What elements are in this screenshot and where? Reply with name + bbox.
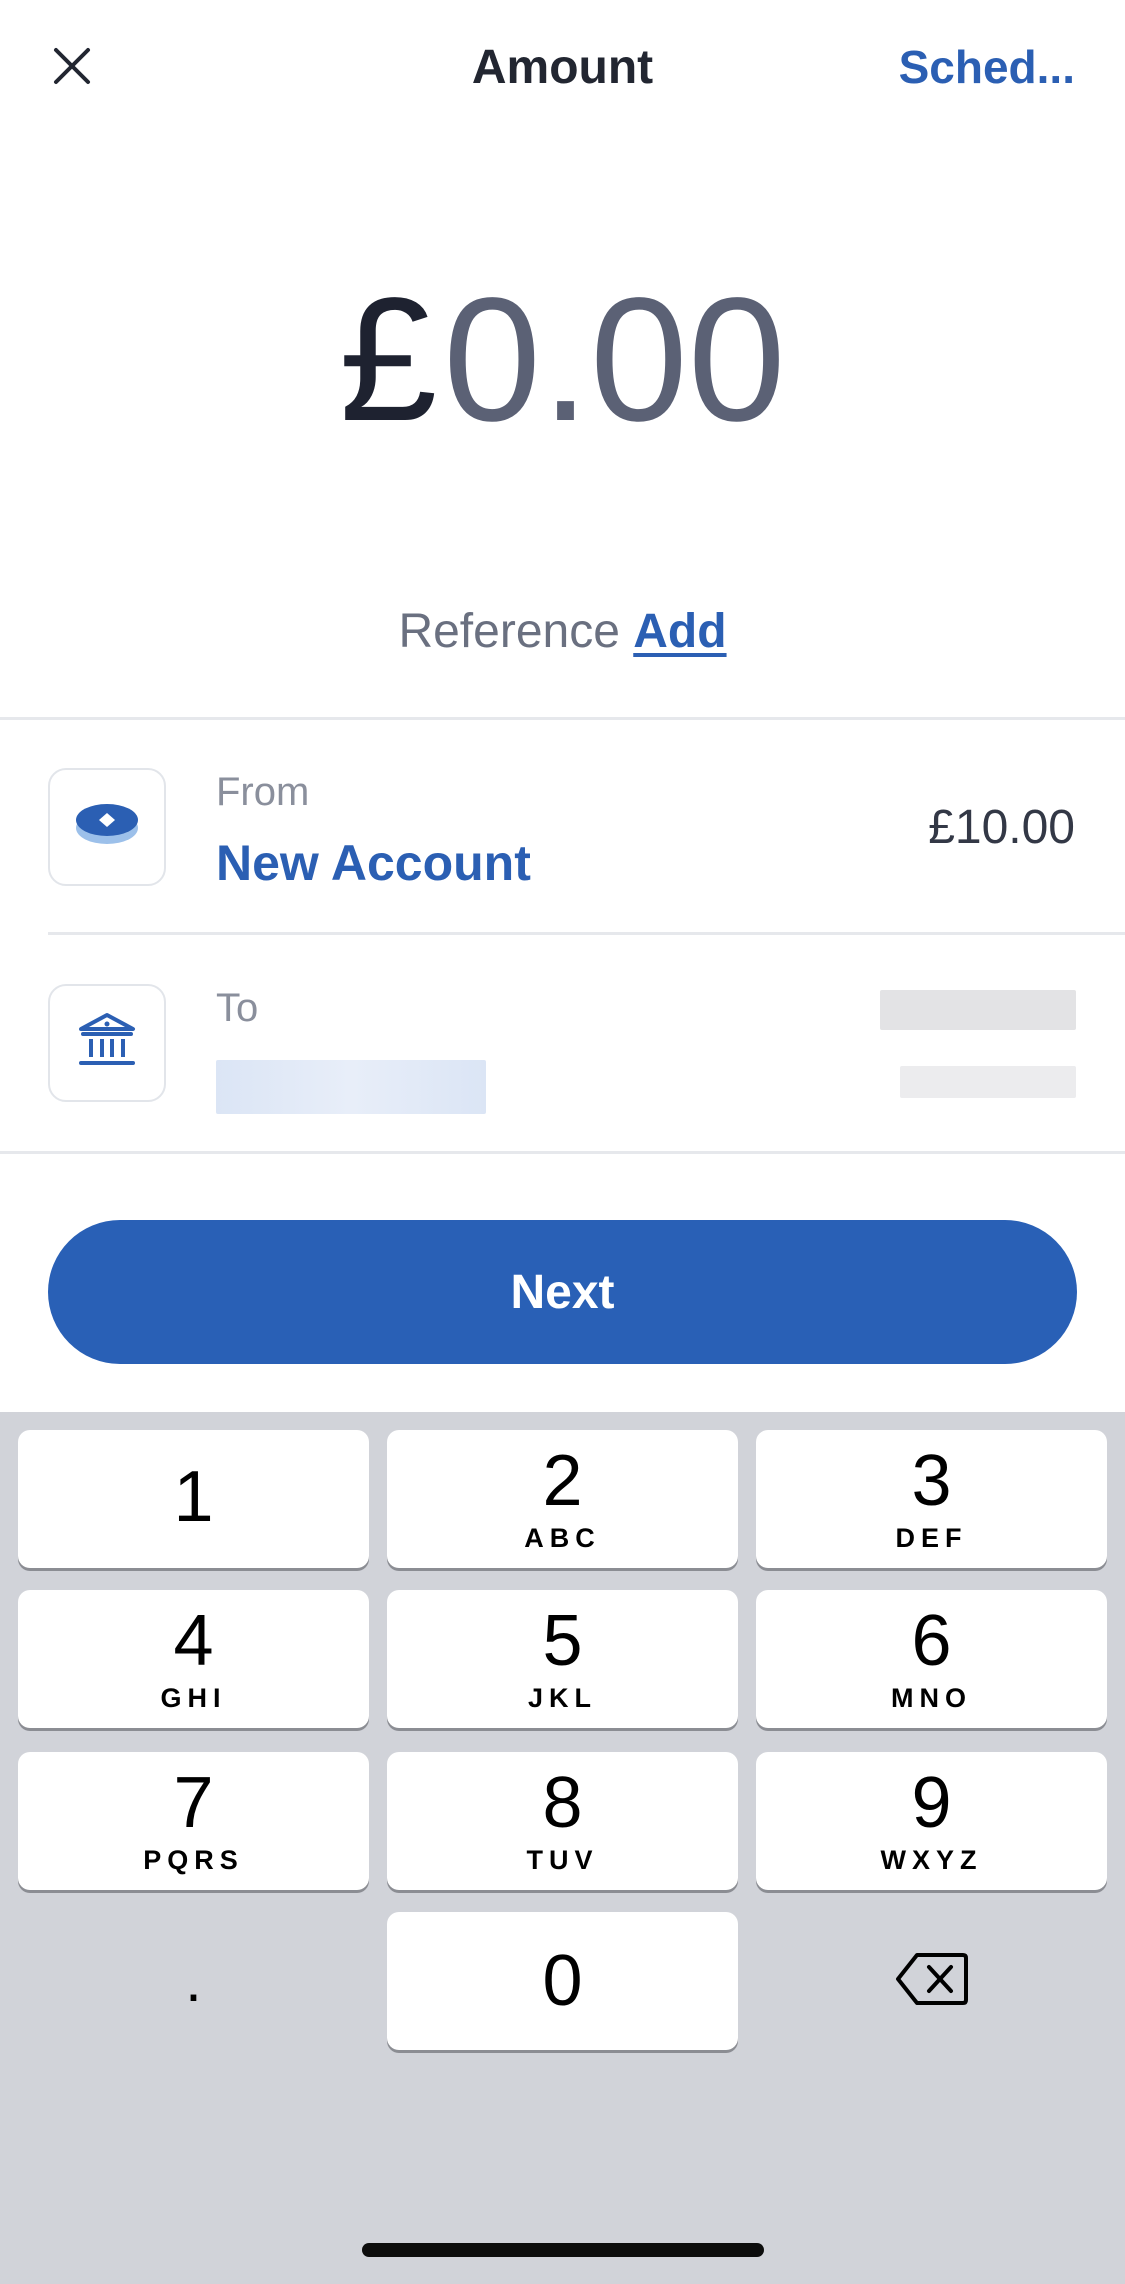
- backspace-icon: [895, 1951, 969, 2012]
- key-4[interactable]: 4 GHI: [18, 1590, 369, 1728]
- next-button[interactable]: Next: [48, 1220, 1077, 1364]
- key-digit: 9: [911, 1763, 952, 1843]
- from-label: From: [216, 770, 310, 814]
- key-letters: DEF: [895, 1523, 968, 1553]
- to-account-row[interactable]: To: [0, 936, 1125, 1150]
- key-letters: PQRS: [143, 1845, 244, 1875]
- key-7[interactable]: 7 PQRS: [18, 1752, 369, 1890]
- key-digit: 7: [173, 1763, 214, 1843]
- reference-row: Reference Add: [0, 604, 1125, 659]
- key-digit: 3: [911, 1441, 952, 1521]
- key-digit: 4: [173, 1601, 214, 1681]
- from-account-icon-box: [48, 768, 166, 886]
- schedule-button[interactable]: Sched...: [899, 40, 1075, 94]
- key-2[interactable]: 2 ABC: [387, 1430, 738, 1568]
- key-digit: 6: [911, 1601, 952, 1681]
- coin-stack-icon: [72, 800, 142, 855]
- key-6[interactable]: 6 MNO: [756, 1590, 1107, 1728]
- key-digit: 0: [542, 1941, 583, 2021]
- bank-icon: [75, 1009, 139, 1078]
- key-backspace[interactable]: [756, 1912, 1107, 2050]
- header: Amount Sched...: [0, 0, 1125, 140]
- key-5[interactable]: 5 JKL: [387, 1590, 738, 1728]
- key-digit: 5: [542, 1601, 583, 1681]
- from-account-row[interactable]: From New Account £10.00: [0, 720, 1125, 934]
- key-3[interactable]: 3 DEF: [756, 1430, 1107, 1568]
- key-digit: .: [185, 1947, 202, 2014]
- key-letters: TUV: [526, 1845, 599, 1875]
- home-indicator: [362, 2243, 764, 2257]
- key-digit: 1: [173, 1457, 214, 1537]
- to-account-icon-box: [48, 984, 166, 1102]
- divider: [48, 932, 1125, 935]
- key-decimal[interactable]: .: [18, 1912, 369, 2050]
- key-8[interactable]: 8 TUV: [387, 1752, 738, 1890]
- key-letters: JKL: [527, 1683, 597, 1713]
- key-digit: 2: [542, 1441, 583, 1521]
- key-letters: MNO: [891, 1683, 972, 1713]
- from-account-balance: £10.00: [928, 801, 1075, 854]
- redacted-recipient-detail: [880, 990, 1076, 1030]
- key-1[interactable]: 1: [18, 1430, 369, 1568]
- amount-value: 0.00: [443, 262, 786, 458]
- key-letters: ABC: [524, 1523, 601, 1553]
- to-label: To: [216, 986, 259, 1030]
- key-letters: GHI: [160, 1683, 227, 1713]
- amount-currency: £: [339, 262, 438, 458]
- key-digit: 8: [542, 1763, 583, 1843]
- key-9[interactable]: 9 WXYZ: [756, 1752, 1107, 1890]
- amount-display: £0.00: [0, 260, 1125, 460]
- key-letters: WXYZ: [880, 1845, 983, 1875]
- numeric-keypad: 1 2 ABC 3 DEF 4 GHI 5 JKL 6 MNO 7 PQRS 8…: [0, 1412, 1125, 2284]
- redacted-recipient-account: [900, 1066, 1076, 1098]
- divider: [0, 1151, 1125, 1154]
- key-0[interactable]: 0: [387, 1912, 738, 2050]
- add-reference-link[interactable]: Add: [633, 605, 726, 658]
- from-account-name: New Account: [216, 835, 531, 891]
- redacted-recipient-name: [216, 1060, 486, 1114]
- reference-label: Reference: [398, 605, 620, 658]
